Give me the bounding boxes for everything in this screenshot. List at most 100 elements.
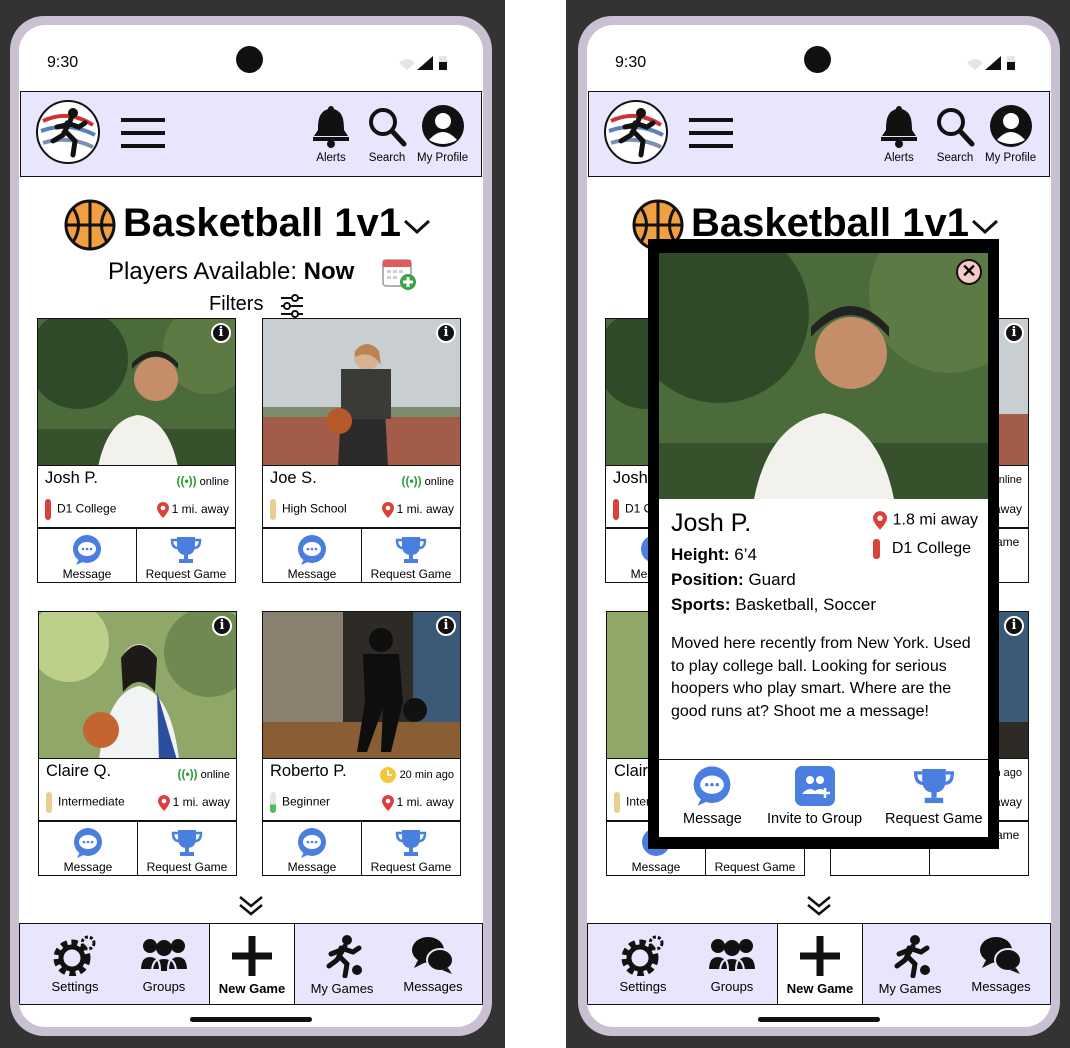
sport-selector[interactable]: Basketball 1v1 [19, 197, 483, 253]
player-actions: Message Request Game [37, 528, 236, 583]
profile-height: Height: 6’4 [671, 545, 757, 564]
app-logo-icon[interactable] [35, 99, 101, 165]
player-photo[interactable]: i [37, 318, 236, 466]
alerts-button[interactable]: Alerts [880, 104, 918, 164]
player-card[interactable]: i Claire Q. ((•)) online Intermediate 1 m… [38, 611, 237, 876]
filters-button[interactable]: Filters [209, 293, 303, 321]
nav-groups[interactable]: Groups [688, 924, 776, 1004]
home-indicator[interactable] [758, 1017, 880, 1022]
level-bar-icon [46, 792, 52, 813]
info-icon[interactable]: i [436, 616, 456, 636]
info-icon[interactable]: i [212, 616, 232, 636]
profile-actions: Message Invite to Group Request Game [659, 759, 988, 837]
request-game-button[interactable]: Request Game [885, 766, 983, 827]
my-profile-button[interactable]: My Profile [417, 104, 468, 164]
plus-icon [800, 936, 840, 976]
nav-groups[interactable]: Groups [120, 924, 208, 1004]
alerts-button[interactable]: Alerts [312, 104, 350, 164]
chat-bubble-icon [298, 828, 326, 858]
signal-battery-icon [399, 56, 447, 70]
clock-icon [379, 767, 396, 783]
request-game-button[interactable]: Request Game [361, 529, 460, 582]
player-status: 20 min ago [379, 767, 454, 783]
availability-label: Players Available: Now [108, 258, 355, 285]
online-signal-icon: ((•)) [177, 767, 198, 781]
group-icon [138, 939, 190, 973]
soccer-player-icon [326, 935, 362, 978]
message-button[interactable]: Message [38, 529, 136, 582]
player-distance: 1 mi. away [157, 795, 230, 811]
player-status: ((•)) online [177, 767, 230, 781]
message-button[interactable]: Message [683, 766, 742, 827]
messages-icon [980, 937, 1022, 974]
top-bar: Alerts Search My Profile [20, 91, 482, 177]
profile-distance: 1.8 mi away [872, 511, 978, 530]
info-icon[interactable]: i [1004, 323, 1024, 343]
player-card[interactable]: i Roberto P. 20 min ago Beginner 1 mi. a… [262, 611, 461, 876]
chevron-down-icon[interactable] [403, 219, 431, 235]
player-photo[interactable]: i [262, 318, 461, 466]
profile-sports: Sports: Basketball, Soccer [671, 595, 877, 614]
nav-messages[interactable]: Messages [958, 924, 1044, 1004]
request-game-button[interactable]: Request Game [361, 822, 460, 875]
close-icon[interactable]: ✕ [956, 259, 982, 285]
message-button[interactable]: Message [263, 822, 361, 875]
home-indicator[interactable] [190, 1017, 312, 1022]
scroll-more-icon[interactable] [806, 895, 832, 917]
player-meta: Joe S. ((•)) online High School 1 mi. awa… [262, 465, 461, 528]
search-button[interactable]: Search [367, 104, 407, 164]
my-profile-button[interactable]: My Profile [985, 104, 1036, 164]
request-game-button[interactable]: Request Game [136, 529, 235, 582]
nav-new-game[interactable]: New Game [209, 924, 295, 1004]
search-button[interactable]: Search [935, 104, 975, 164]
level-bar-icon [872, 539, 880, 559]
player-card[interactable]: i Joe S. ((•)) online High School 1 mi. a… [262, 318, 461, 583]
modal-content: ✕ Josh P. 1.8 mi away D1 College Height:… [659, 253, 988, 837]
player-card[interactable]: i Josh P. ((•)) online D1 College 1 mi. a… [37, 318, 236, 583]
app-logo-icon[interactable] [603, 99, 669, 165]
status-bar: 9:30 [19, 25, 483, 85]
level-bar-icon [614, 792, 620, 813]
chat-bubble-icon [73, 535, 101, 565]
nav-my-games[interactable]: My Games [297, 924, 387, 1004]
my-profile-label: My Profile [417, 152, 469, 164]
sliders-icon [281, 294, 303, 318]
search-icon [937, 108, 975, 147]
player-name: Josh P. [45, 469, 98, 487]
camera-cutout [236, 46, 263, 73]
bottom-nav: Settings Groups New Game My Games Messag… [19, 923, 483, 1005]
nav-my-games[interactable]: My Games [865, 924, 955, 1004]
location-pin-icon [381, 795, 394, 811]
online-signal-icon: ((•)) [176, 474, 197, 488]
invite-to-group-button[interactable]: Invite to Group [767, 766, 862, 827]
nav-new-game[interactable]: New Game [777, 924, 863, 1004]
search-icon [369, 108, 407, 147]
chevron-down-icon[interactable] [971, 219, 999, 235]
calendar-add-icon[interactable] [381, 255, 417, 291]
availability-value[interactable]: Now [304, 258, 355, 285]
hamburger-menu-icon[interactable] [687, 114, 735, 152]
message-button[interactable]: Message [263, 529, 361, 582]
player-photo[interactable]: i [38, 611, 237, 759]
trophy-icon [171, 830, 203, 856]
info-icon[interactable]: i [436, 323, 456, 343]
info-icon[interactable]: i [211, 323, 231, 343]
nav-settings[interactable]: Settings [30, 924, 120, 1004]
info-icon[interactable]: i [1004, 616, 1024, 636]
message-button[interactable]: Message [39, 822, 137, 875]
chat-bubble-icon [298, 535, 326, 565]
trophy-icon [170, 537, 202, 563]
online-signal-icon: ((•)) [401, 474, 422, 488]
nav-settings[interactable]: Settings [598, 924, 688, 1004]
request-game-button[interactable]: Request Game [137, 822, 236, 875]
player-photo[interactable]: i [262, 611, 461, 759]
chat-bubble-icon [74, 828, 102, 858]
level-bar-icon [270, 499, 276, 520]
nav-messages[interactable]: Messages [390, 924, 476, 1004]
level-bar-icon [613, 499, 619, 520]
status-time: 9:30 [615, 54, 647, 71]
phone-left: 9:30 Alerts Search My Profile Basketball… [10, 16, 492, 1036]
hamburger-menu-icon[interactable] [119, 114, 167, 152]
profile-position: Position: Guard [671, 570, 796, 589]
scroll-more-icon[interactable] [238, 895, 264, 917]
